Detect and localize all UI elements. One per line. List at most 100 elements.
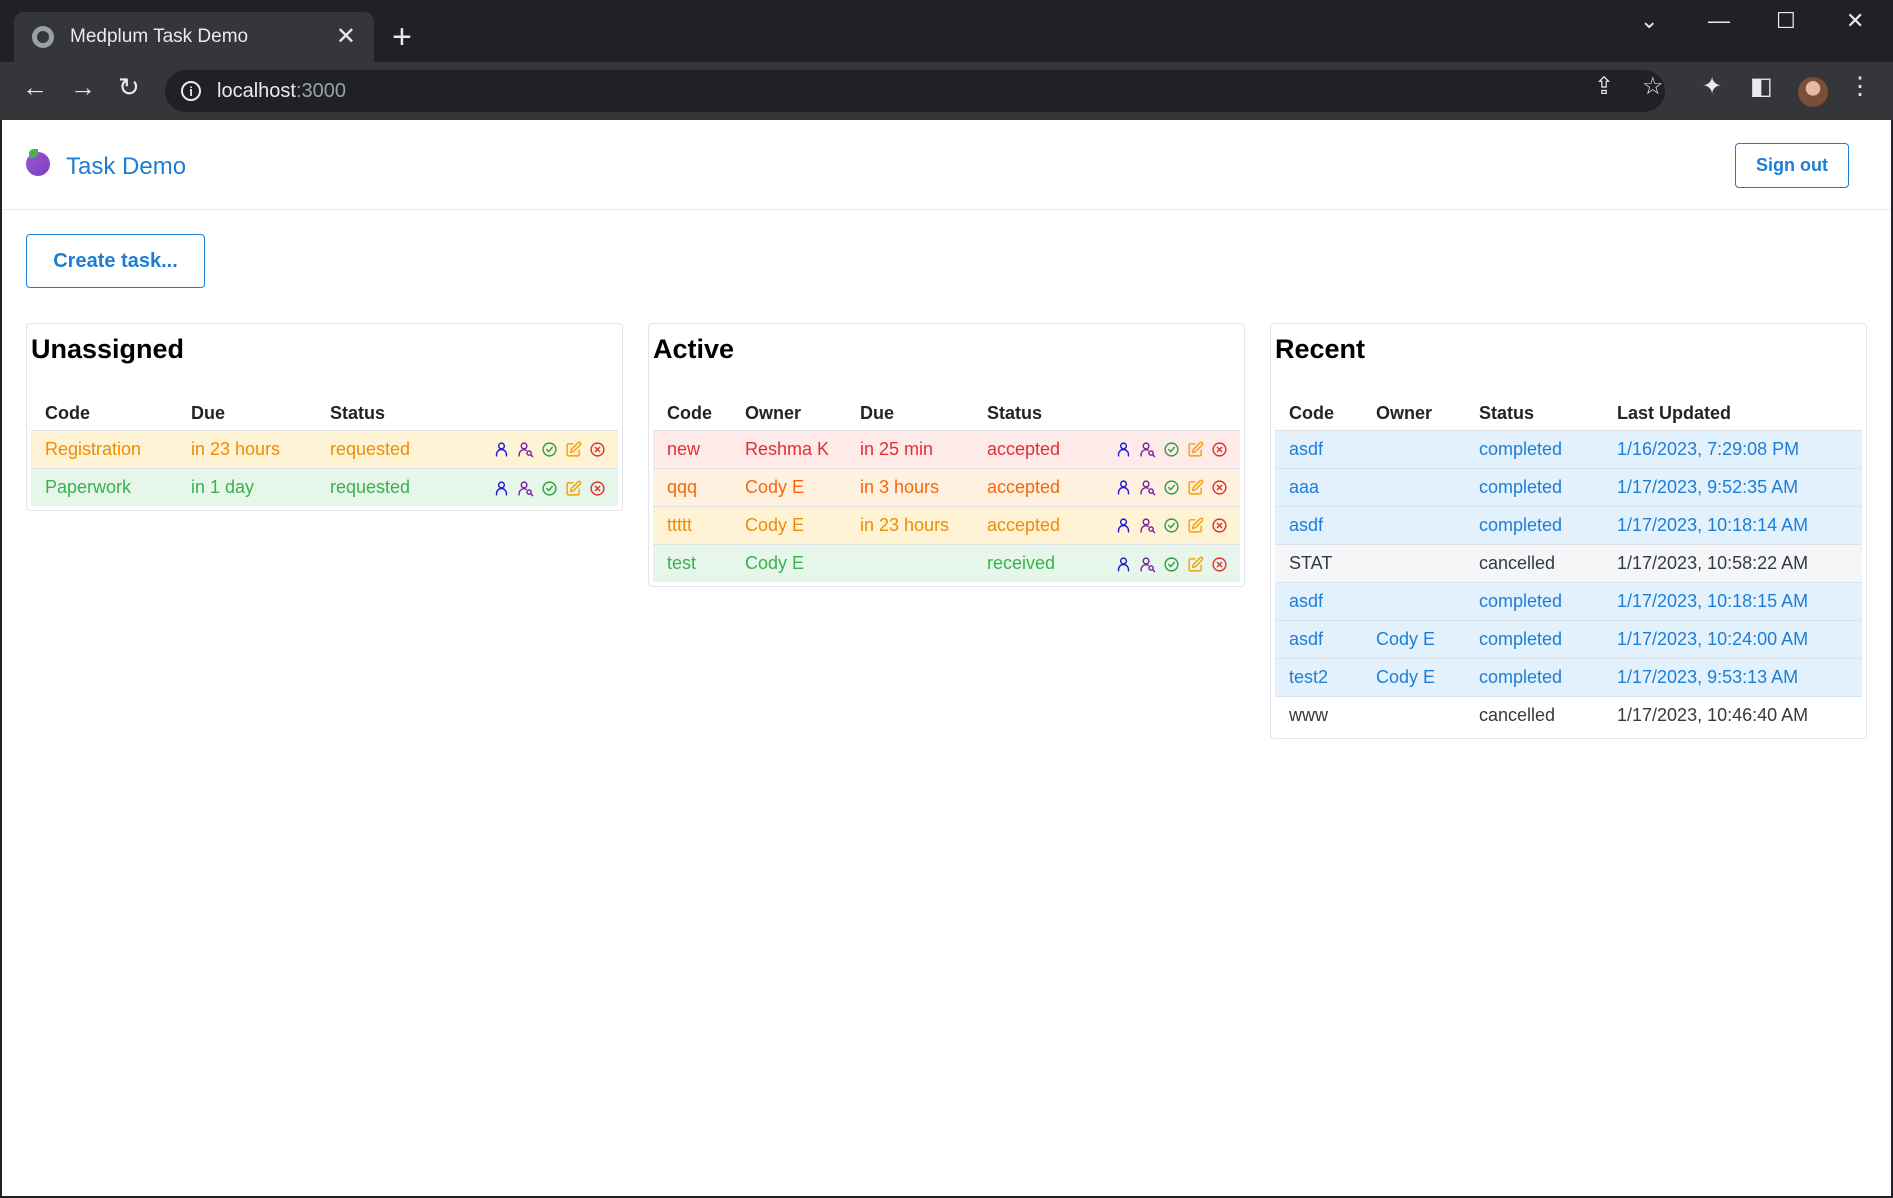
table-row[interactable]: Registration in 23 hours requested [31,429,618,468]
edit-icon[interactable] [1187,517,1204,534]
column-header: Owner [1362,392,1465,431]
menu-dots-icon[interactable]: ⋮ [1848,75,1872,99]
search-user-icon[interactable] [517,480,534,497]
table-row[interactable]: aaa completed 1/17/2023, 9:52:35 AM [1275,467,1862,506]
complete-check-icon[interactable] [541,480,558,497]
cell-status: accepted [973,429,1083,468]
assign-user-icon[interactable] [493,441,510,458]
reload-icon[interactable]: ↻ [118,74,140,100]
share-icon[interactable]: ⇪ [1594,75,1614,99]
cell-status: cancelled [1465,695,1603,734]
cancel-icon[interactable] [1211,441,1228,458]
cell-code: test2 [1275,657,1362,696]
assign-user-icon[interactable] [1115,441,1132,458]
side-panel-icon[interactable]: ◧ [1750,75,1773,99]
cell-status: completed [1465,657,1603,696]
assign-user-icon[interactable] [1115,479,1132,496]
cell-status: completed [1465,429,1603,468]
back-icon[interactable]: ← [22,74,48,100]
complete-check-icon[interactable] [1163,517,1180,534]
table-row[interactable]: asdf completed 1/16/2023, 7:29:08 PM [1275,429,1862,468]
cell-owner: Cody E [731,543,846,582]
table-row[interactable]: www cancelled 1/17/2023, 10:46:40 AM [1275,695,1862,734]
page: Task Demo Sign out Create task... Unassi… [2,120,1891,1196]
site-info-icon[interactable]: i [181,81,201,101]
extensions-icon[interactable]: ✦ [1702,75,1722,99]
table-row[interactable]: Paperwork in 1 day requested [31,467,618,506]
cell-status: completed [1465,619,1603,658]
assign-user-icon[interactable] [1115,517,1132,534]
cell-status: completed [1465,581,1603,620]
edit-icon[interactable] [1187,556,1204,573]
table-row[interactable]: asdf Cody Ecompleted 1/17/2023, 10:24:00 A… [1275,619,1862,658]
column-header: Code [1275,392,1362,431]
cancel-icon[interactable] [1211,556,1228,573]
cell-code: asdf [1275,619,1362,658]
edit-icon[interactable] [565,480,582,497]
app-title[interactable]: Task Demo [66,153,186,181]
search-user-icon[interactable] [1139,479,1156,496]
cell-owner: Cody E [731,505,846,544]
browser-tab-bar: Medplum Task Demo ✕ + ⌄ — ☐ ✕ [0,0,1893,62]
search-user-icon[interactable] [1139,441,1156,458]
table-row[interactable]: new Reshma Kin 25 min accepted [653,429,1240,468]
assign-user-icon[interactable] [493,480,510,497]
cell-code: test [653,543,731,582]
table-row[interactable]: test Cody E received [653,543,1240,582]
cell-updated: 1/17/2023, 10:24:00 AM [1603,619,1862,658]
row-actions [1082,505,1240,544]
forward-icon[interactable]: → [70,74,96,100]
cancel-icon[interactable] [1211,517,1228,534]
unassigned-panel: Unassigned Code Due Status Registration i… [26,323,623,511]
address-bar[interactable]: i localhost:3000 [165,70,1665,112]
cell-code: asdf [1275,581,1362,620]
search-user-icon[interactable] [1139,517,1156,534]
column-header-actions [444,392,618,431]
cell-owner: Cody E [1362,619,1465,658]
assign-user-icon[interactable] [1115,556,1132,573]
tab-search-icon[interactable]: ⌄ [1640,8,1658,34]
column-header: Code [653,392,731,431]
table-row[interactable]: ttttt Cody Ein 23 hours accepted [653,505,1240,544]
browser-toolbar: ← → ↻ i localhost:3000 ⇪ ☆ ✦ ◧ ⋮ [0,62,1893,120]
table-row[interactable]: STAT cancelled 1/17/2023, 10:58:22 AM [1275,543,1862,582]
edit-icon[interactable] [565,441,582,458]
table-header-row: Code Due Status [31,392,618,431]
column-header: Status [316,392,445,431]
complete-check-icon[interactable] [1163,441,1180,458]
create-task-button[interactable]: Create task... [26,234,205,288]
new-tab-icon[interactable]: + [392,20,412,54]
column-header: Code [31,392,177,431]
browser-tab[interactable]: Medplum Task Demo ✕ [14,12,374,62]
cancel-icon[interactable] [1211,479,1228,496]
complete-check-icon[interactable] [1163,556,1180,573]
cancel-icon[interactable] [589,441,606,458]
search-user-icon[interactable] [1139,556,1156,573]
row-actions [444,429,618,468]
cell-code: STAT [1275,543,1362,582]
cell-owner [1362,695,1465,734]
cell-due: in 1 day [177,467,316,506]
cancel-icon[interactable] [589,480,606,497]
close-tab-icon[interactable]: ✕ [336,25,356,49]
bookmark-star-icon[interactable]: ☆ [1642,75,1664,99]
window-close-icon[interactable]: ✕ [1846,8,1864,34]
unassigned-heading: Unassigned [31,334,185,364]
table-row[interactable]: qqq Cody Ein 3 hours accepted [653,467,1240,506]
recent-panel: Recent Code Owner Status Last Updated as… [1270,323,1867,739]
table-row[interactable]: asdf completed 1/17/2023, 10:18:15 AM [1275,581,1862,620]
cell-owner: Cody E [731,467,846,506]
complete-check-icon[interactable] [541,441,558,458]
complete-check-icon[interactable] [1163,479,1180,496]
maximize-icon[interactable]: ☐ [1776,8,1796,34]
table-row[interactable]: test2 Cody Ecompleted 1/17/2023, 9:53:13 A… [1275,657,1862,696]
minimize-icon[interactable]: — [1708,8,1730,34]
column-header: Status [1465,392,1603,431]
edit-icon[interactable] [1187,441,1204,458]
edit-icon[interactable] [1187,479,1204,496]
profile-avatar[interactable] [1798,77,1828,107]
cell-status: received [973,543,1083,582]
sign-out-button[interactable]: Sign out [1735,143,1849,188]
search-user-icon[interactable] [517,441,534,458]
table-row[interactable]: asdf completed 1/17/2023, 10:18:14 AM [1275,505,1862,544]
